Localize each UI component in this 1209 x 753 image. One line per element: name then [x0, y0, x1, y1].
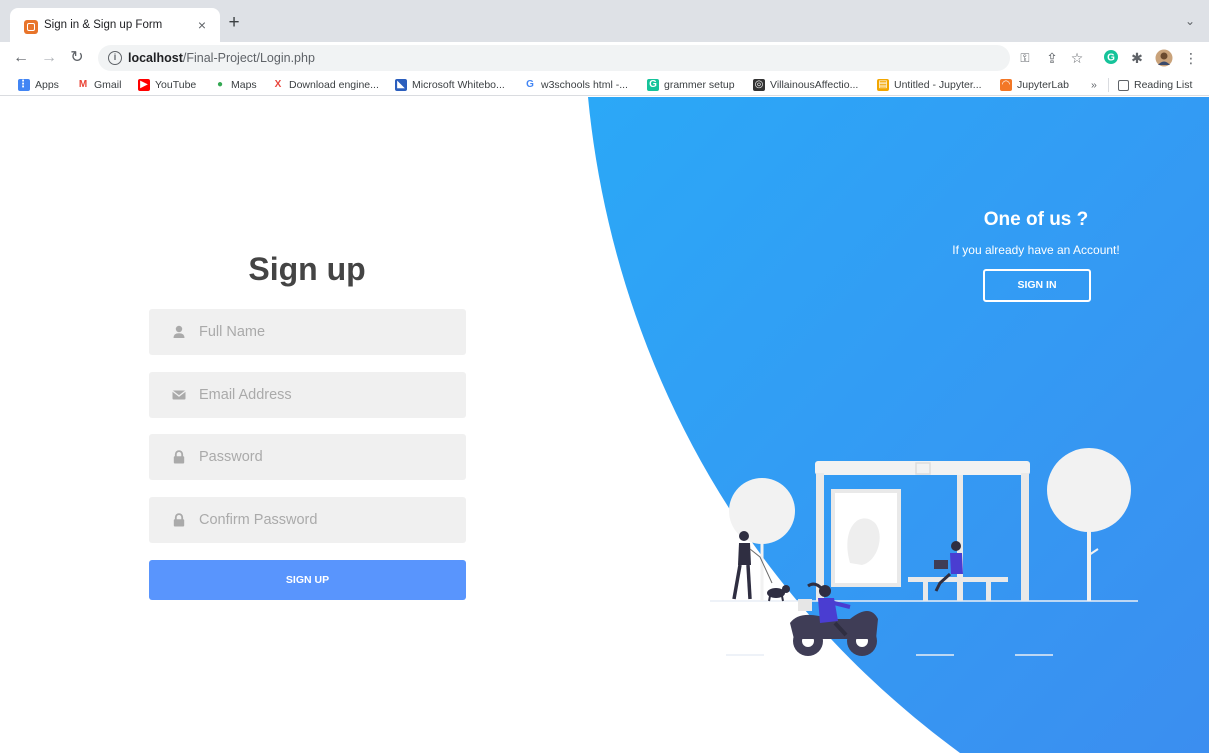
extensions-puzzle-icon[interactable]: ✱ [1128, 49, 1146, 67]
email-input[interactable] [199, 372, 454, 418]
notebook-icon: ▤ [877, 79, 889, 91]
signin-button[interactable]: SIGN IN [983, 269, 1091, 302]
google-icon: G [526, 79, 534, 90]
password-field[interactable] [149, 434, 466, 480]
replit-icon: ◎ [753, 79, 765, 91]
bookmarks-overflow-button[interactable]: » [1091, 77, 1097, 93]
youtube-icon: ▶ [138, 79, 150, 91]
x-icon: X [274, 79, 282, 90]
bookmark-label: w3schools html -... [541, 79, 628, 91]
menu-dots-icon[interactable]: ⋮ [1182, 49, 1200, 67]
new-tab-button[interactable]: + [224, 13, 244, 34]
bookmark-label: YouTube [155, 79, 197, 91]
bookmark-label: Gmail [94, 79, 122, 91]
back-arrow-icon[interactable]: ← [10, 47, 32, 69]
bookmark-item[interactable]: ● Maps [214, 77, 257, 93]
envelope-icon [172, 390, 186, 400]
tab-search-chevron-icon[interactable]: ⌄ [1182, 14, 1198, 30]
bookmark-label: Microsoft Whitebo... [412, 79, 505, 91]
grammarly-extension-icon[interactable]: G [1102, 49, 1120, 67]
key-icon[interactable]: ⚿ [1016, 49, 1034, 67]
browser-tab[interactable]: Sign in & Sign up Form × [10, 8, 220, 42]
signup-button[interactable]: SIGN UP [149, 560, 466, 600]
confirm-password-field[interactable] [149, 497, 466, 543]
page-content: Sign up SIGN UP One of us ? If you alrea… [0, 97, 1209, 753]
tab-title: Sign in & Sign up Form [44, 19, 163, 31]
bookmark-item[interactable]: M Gmail [77, 77, 122, 93]
tab-favicon-icon [24, 20, 38, 34]
bookmark-label: grammer setup [664, 79, 735, 91]
bookmark-item[interactable]: ⋮⋮ Apps [18, 77, 59, 93]
full-name-field[interactable] [149, 309, 466, 355]
jupyter-icon: ◠ [1000, 79, 1012, 91]
panel-subtitle: If you already have an Account! [952, 243, 1120, 257]
bookmarks-bar: » Reading List ⋮⋮ Apps M Gmail ▶ YouTube ● Maps… [0, 74, 1209, 96]
url-text: localhost/Final-Project/Login.php [128, 51, 315, 65]
bookmark-item[interactable]: ▤ Untitled - Jupyter... [877, 77, 982, 93]
tab-close-icon[interactable]: × [193, 16, 211, 34]
bookmark-star-icon[interactable]: ☆ [1068, 49, 1086, 67]
gmail-icon: M [78, 79, 88, 90]
tab-strip: Sign in & Sign up Form × + ⌄ [0, 0, 1209, 42]
bookmark-item[interactable]: X Download engine... [272, 77, 379, 93]
full-name-input[interactable] [199, 309, 454, 355]
bookmark-item[interactable]: ◠ JupyterLab [1000, 77, 1069, 93]
email-field[interactable] [149, 372, 466, 418]
whiteboard-icon: ◣ [395, 79, 407, 91]
bookmark-item[interactable]: ◎ VillainousAffectio... [753, 77, 858, 93]
address-bar[interactable]: i localhost/Final-Project/Login.php [98, 45, 1010, 71]
svg-text:G: G [1107, 53, 1115, 64]
password-input[interactable] [199, 434, 454, 480]
bookmark-item[interactable]: Gw3schools html -... [524, 77, 628, 93]
site-info-icon[interactable]: i [108, 51, 122, 65]
bookmark-item[interactable]: ▶ YouTube [138, 77, 196, 93]
panel-title: One of us ? [983, 209, 1089, 230]
profile-avatar[interactable] [1155, 49, 1173, 67]
reading-list-icon [1118, 79, 1129, 91]
browser-window: Sign in & Sign up Form × + ⌄ ← → ↻ i loc… [0, 0, 1209, 753]
bookmark-item[interactable]: Ggrammer setup [647, 77, 735, 93]
lock-icon [173, 450, 185, 464]
share-icon[interactable]: ⇪ [1043, 49, 1061, 67]
grammarly-icon: G [647, 79, 659, 91]
bookmark-label: Maps [231, 79, 257, 91]
forward-arrow-icon[interactable]: → [38, 47, 60, 69]
reload-icon[interactable]: ↻ [66, 47, 88, 69]
bookmark-label: Download engine... [289, 79, 379, 91]
confirm-password-input[interactable] [199, 497, 454, 543]
apps-grid-icon: ⋮⋮ [18, 79, 38, 91]
bus-stop-illustration [710, 448, 1138, 656]
reading-list-label: Reading List [1134, 79, 1193, 91]
reading-list-button[interactable]: Reading List [1118, 77, 1192, 93]
signup-title: Sign up [248, 251, 366, 287]
user-icon [173, 325, 185, 338]
browser-toolbar: ← → ↻ i localhost/Final-Project/Login.ph… [0, 42, 1209, 74]
bookmark-label: Untitled - Jupyter... [894, 79, 982, 91]
bookmarks-divider [1108, 78, 1109, 92]
bookmark-label: VillainousAffectio... [770, 79, 859, 91]
maps-pin-icon: ● [216, 79, 224, 90]
bookmark-item[interactable]: ◣ Microsoft Whitebo... [395, 77, 505, 93]
bookmark-label: Apps [35, 79, 59, 91]
lock-icon [173, 513, 185, 527]
bookmark-label: JupyterLab [1017, 79, 1069, 91]
